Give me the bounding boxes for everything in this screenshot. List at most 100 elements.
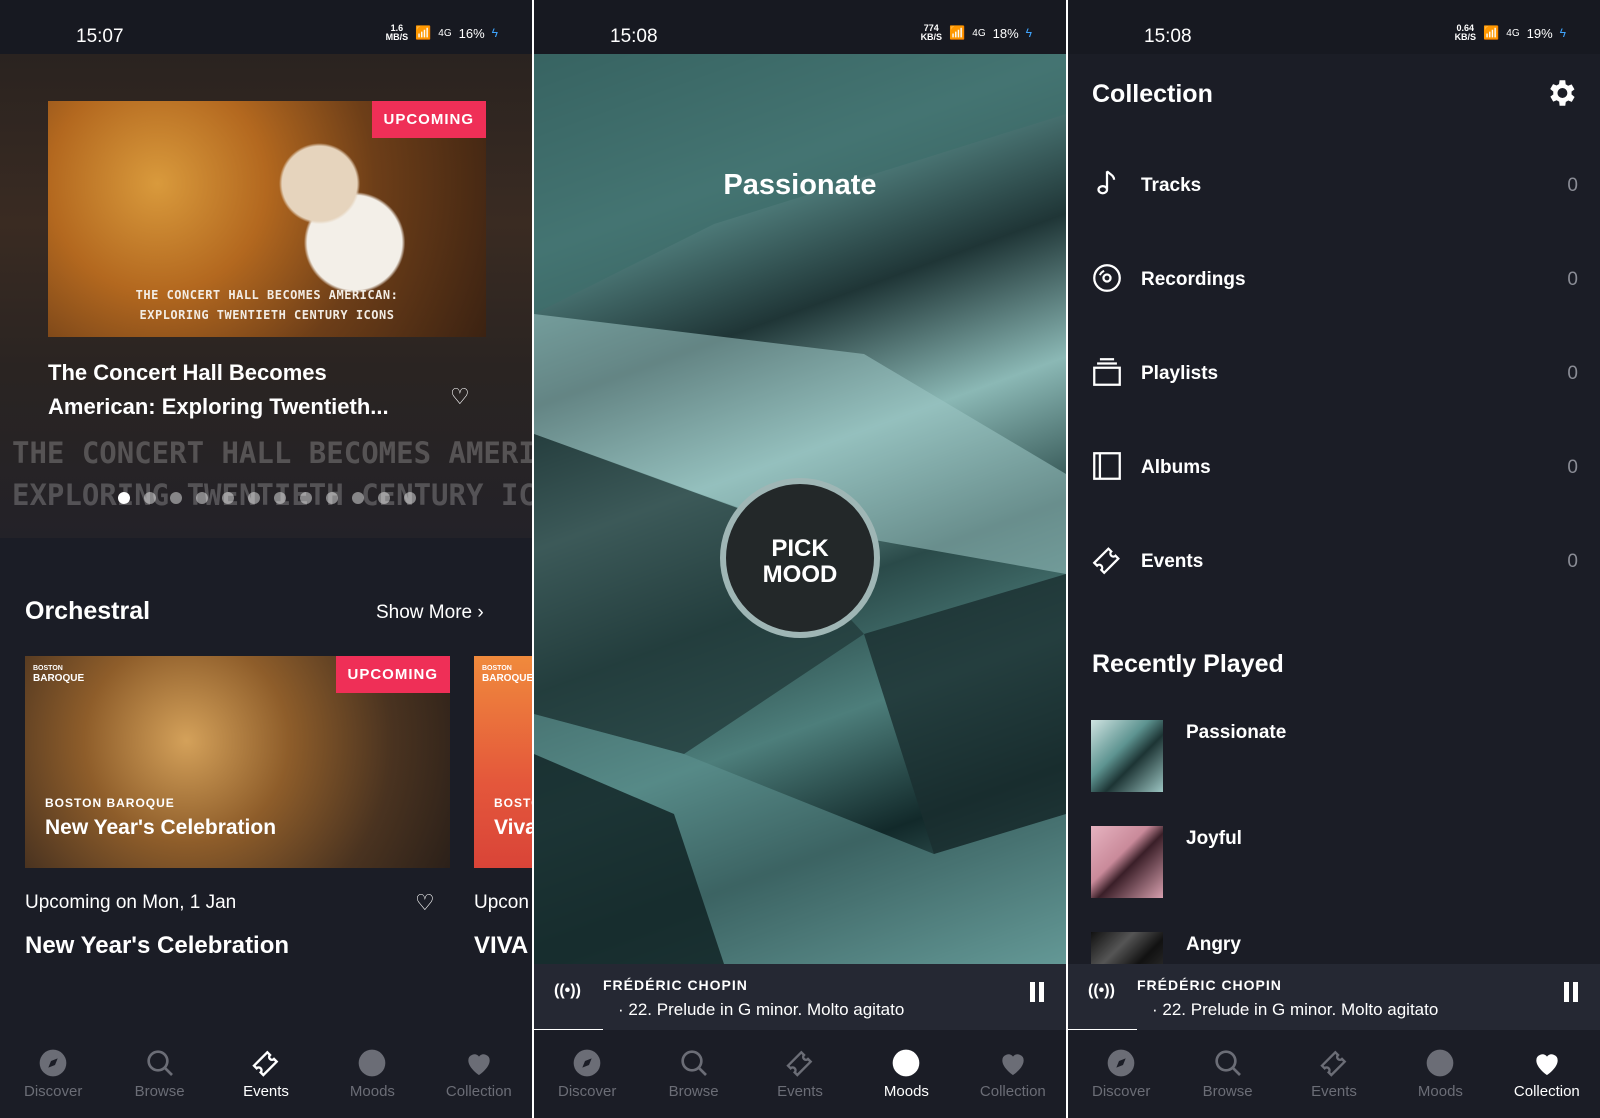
featured-event-image[interactable]: UPCOMING THE CONCERT HALL BECOMES AMERIC…: [48, 101, 486, 337]
search-icon: [1174, 1044, 1280, 1080]
nav-moods[interactable]: Moods: [853, 1030, 959, 1118]
nav-moods[interactable]: Moods: [319, 1030, 425, 1118]
nav-discover[interactable]: Discover: [534, 1030, 640, 1118]
charging-icon: ϟ: [1025, 26, 1032, 40]
gear-icon[interactable]: [1544, 76, 1578, 110]
moods-screen: 15:08 774 KB/S 📶 4G 18% ϟ Passionate PICK…: [534, 0, 1066, 1118]
carousel-dot[interactable]: [378, 492, 390, 504]
nav-events[interactable]: Events: [1281, 1030, 1387, 1118]
favorite-heart-icon[interactable]: ♡: [415, 890, 435, 916]
nav-label: Discover: [24, 1083, 83, 1100]
battery-level: 16%: [458, 25, 485, 41]
mini-player[interactable]: ((•)) FRÉDÉRIC CHOPIN · 22. Prelude in G…: [1068, 964, 1600, 1033]
carousel-dot[interactable]: [352, 492, 364, 504]
player-artist: FRÉDÉRIC CHOPIN: [603, 977, 748, 993]
nav-label: Moods: [883, 1083, 929, 1100]
nav-label: Browse: [668, 1083, 719, 1100]
pick-mood-button[interactable]: PICK MOOD: [720, 478, 880, 638]
ticket-icon: [213, 1044, 319, 1080]
playlist-icon: [1093, 358, 1121, 386]
wifi-icon: 📶: [1483, 25, 1500, 40]
favorite-heart-icon[interactable]: ♡: [450, 384, 470, 410]
item-label: Events: [1141, 551, 1204, 572]
album-icon: [1093, 452, 1121, 480]
nav-moods[interactable]: Moods: [1387, 1030, 1493, 1118]
recently-played-item[interactable]: Passionate: [1091, 720, 1571, 792]
status-bar: 15:07 1.6 MB/S 📶 4G 16% ϟ: [0, 0, 532, 54]
featured-carousel[interactable]: UPCOMING THE CONCERT HALL BECOMES AMERIC…: [0, 54, 532, 538]
network-speed: 0.64 KB/S: [1454, 23, 1477, 42]
carousel-pagination[interactable]: [118, 492, 416, 504]
nav-collection[interactable]: Collection: [1494, 1030, 1600, 1118]
battery-level: 19%: [1526, 25, 1553, 41]
event-date: Upcon: [474, 892, 529, 913]
card-logo: BOSTON BAROQUE: [482, 665, 532, 684]
mini-player[interactable]: ((•)) FRÉDÉRIC CHOPIN · 22. Prelude in G…: [534, 964, 1066, 1033]
nav-discover[interactable]: Discover: [0, 1030, 106, 1118]
nav-label: Collection: [979, 1083, 1046, 1100]
event-title[interactable]: VIVA: [474, 932, 528, 960]
charging-icon: ϟ: [1559, 26, 1566, 40]
nav-discover[interactable]: Discover: [1068, 1030, 1174, 1118]
collection-item-events[interactable]: Events 0: [1068, 518, 1600, 612]
carousel-dot[interactable]: [170, 492, 182, 504]
carousel-dot[interactable]: [274, 492, 286, 504]
item-label: Joyful: [1186, 828, 1242, 849]
carousel-dot[interactable]: [118, 492, 130, 504]
nav-label: Browse: [1202, 1083, 1253, 1100]
nav-browse[interactable]: Browse: [1174, 1030, 1280, 1118]
mood-thumbnail: [1091, 720, 1163, 792]
recently-played-item[interactable]: Joyful: [1091, 826, 1571, 898]
battery-level: 18%: [992, 25, 1019, 41]
nav-label: Events: [243, 1083, 289, 1100]
nav-browse[interactable]: Browse: [106, 1030, 212, 1118]
heart-icon: [960, 1044, 1066, 1080]
collection-item-tracks[interactable]: Tracks 0: [1068, 142, 1600, 236]
nav-collection[interactable]: Collection: [426, 1030, 532, 1118]
event-card[interactable]: BOSTON BAROQUE UPCOMING BOSTON BAROQUE Ne…: [25, 656, 450, 868]
show-more-link[interactable]: Show More ›: [376, 602, 484, 624]
disc-icon: [1093, 264, 1121, 292]
event-title[interactable]: New Year's Celebration: [25, 932, 289, 960]
collection-item-albums[interactable]: Albums 0: [1068, 424, 1600, 518]
nav-label: Moods: [349, 1083, 395, 1100]
bottom-nav: Discover Browse Events Moods Collection: [0, 1030, 532, 1118]
compass-icon: [1068, 1044, 1174, 1080]
network-type: 4G: [1506, 27, 1520, 39]
event-date: Upcoming on Mon, 1 Jan: [25, 892, 237, 913]
wifi-icon: 📶: [949, 25, 966, 40]
radio-icon[interactable]: ((•)): [1088, 982, 1115, 1000]
nav-browse[interactable]: Browse: [640, 1030, 746, 1118]
collection-screen: 15:08 0.64 KB/S 📶 4G 19% ϟ Collection Tra…: [1068, 0, 1600, 1118]
carousel-dot[interactable]: [326, 492, 338, 504]
events-screen: 15:07 1.6 MB/S 📶 4G 16% ϟ UPCOMING THE CO…: [0, 0, 532, 1118]
status-time: 15:08: [1144, 26, 1192, 47]
moon-icon: [1387, 1044, 1493, 1080]
pause-button[interactable]: [1562, 982, 1580, 1006]
item-label: Playlists: [1141, 363, 1219, 384]
pause-button[interactable]: [1028, 982, 1046, 1006]
carousel-dot[interactable]: [248, 492, 260, 504]
status-bar: 15:08 0.64 KB/S 📶 4G 19% ϟ: [1068, 0, 1600, 54]
nav-collection[interactable]: Collection: [960, 1030, 1066, 1118]
carousel-dot[interactable]: [222, 492, 234, 504]
collection-list: Tracks 0 Recordings 0 Playlists 0 Albums…: [1068, 142, 1600, 612]
nav-events[interactable]: Events: [747, 1030, 853, 1118]
collection-item-playlists[interactable]: Playlists 0: [1068, 330, 1600, 424]
carousel-dot[interactable]: [300, 492, 312, 504]
carousel-dot[interactable]: [196, 492, 208, 504]
event-card[interactable]: BOSTONBAROQUE BOSTO Viva: [474, 656, 532, 868]
nav-label: Events: [1311, 1083, 1357, 1100]
carousel-dot[interactable]: [404, 492, 416, 504]
nav-events[interactable]: Events: [213, 1030, 319, 1118]
search-icon: [106, 1044, 212, 1080]
carousel-dot[interactable]: [144, 492, 156, 504]
collection-item-recordings[interactable]: Recordings 0: [1068, 236, 1600, 330]
featured-event-title[interactable]: The Concert Hall Becomes American: Explo…: [48, 356, 418, 424]
search-icon: [640, 1044, 746, 1080]
mood-artwork: Passionate PICK MOOD: [534, 54, 1066, 964]
item-label: Tracks: [1141, 175, 1202, 196]
radio-icon[interactable]: ((•)): [554, 982, 581, 1000]
nav-label: Collection: [445, 1083, 512, 1100]
card-logo: BOSTON BAROQUE: [33, 665, 85, 684]
